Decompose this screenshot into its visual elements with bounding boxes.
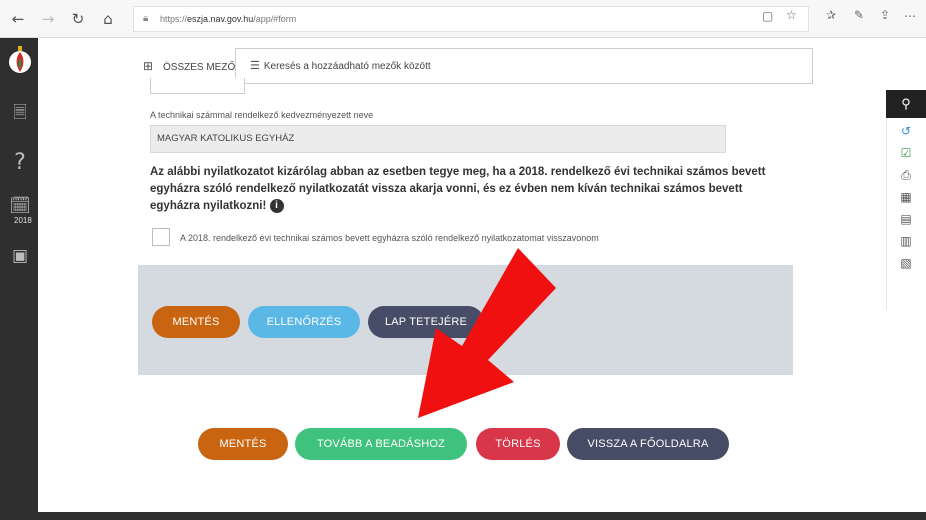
export-icon[interactable]: ▧	[898, 256, 914, 270]
url-path: /app/#form	[253, 14, 297, 24]
info-icon[interactable]: i	[269, 198, 284, 213]
beneficiary-label: A technikai számmal rendelkező kedvezmén…	[150, 110, 374, 120]
year-badge: 2018	[14, 216, 32, 225]
favorite-star-icon[interactable]: ☆	[786, 8, 797, 22]
attachment-icon[interactable]: ▥	[898, 234, 914, 248]
reading-view-icon[interactable]: ▢	[762, 9, 773, 23]
field-search-input[interactable]: ☰ Keresés a hozzáadható mezők között	[235, 48, 813, 84]
grid-icon[interactable]: ▦	[898, 190, 914, 204]
taskbar-strip	[0, 512, 926, 520]
search-placeholder: Keresés a hozzáadható mezők között	[263, 61, 431, 72]
submit-button[interactable]: TOVÁBB A BEADÁSHOZ	[295, 428, 467, 460]
back-to-home-button[interactable]: VISSZA A FŐOLDALRA	[567, 428, 729, 460]
help-icon[interactable]: ?	[9, 150, 31, 175]
panel-check-button[interactable]: ELLENŐRZÉS	[248, 306, 360, 338]
refresh-icon[interactable]: ↻	[68, 9, 88, 29]
favorites-list-icon[interactable]: ✰	[826, 8, 836, 22]
calendar-icon[interactable]: 🗓︎	[9, 196, 31, 216]
forward-icon[interactable]: →	[38, 9, 58, 29]
url-prefix: https://	[160, 14, 188, 24]
print-icon[interactable]: ⎙	[898, 168, 914, 183]
address-bar[interactable]: 🔒︎ https://eszja.nav.gov.hu/app/#form	[133, 6, 809, 32]
pen-icon[interactable]: ✎	[854, 8, 864, 22]
document-icon[interactable]: ▣	[9, 246, 31, 266]
delete-button[interactable]: TÖRLÉS	[476, 428, 560, 460]
add-field-icon: ⊞	[143, 59, 154, 73]
revoke-checkbox[interactable]	[152, 228, 170, 246]
beneficiary-field[interactable]: MAGYAR KATOLIKUS EGYHÁZ	[150, 125, 726, 153]
save-button[interactable]: MENTÉS	[198, 428, 288, 460]
back-to-top-button[interactable]: LAP TETEJÉRE	[368, 306, 484, 338]
url-domain: eszja.nav.gov.hu	[187, 14, 254, 24]
browser-toolbar: ← → ↻ ⌂ 🔒︎ https://eszja.nav.gov.hu/app/…	[0, 0, 926, 38]
home-icon[interactable]: ⌂	[98, 9, 118, 29]
previous-field-box[interactable]	[150, 78, 245, 94]
all-fields-button[interactable]: ⊞ ÖSSZES MEZŐ	[143, 56, 235, 76]
calculator-icon[interactable]: ▤	[898, 212, 914, 226]
undo-icon[interactable]: ↺	[898, 124, 914, 138]
notice-text: Az alábbi nyilatkozatot kizárólag abban …	[150, 166, 766, 212]
check-icon[interactable]: ☑	[898, 146, 914, 160]
search-list-icon: ☰	[250, 60, 260, 72]
revocation-notice: Az alábbi nyilatkozatot kizárólag abban …	[150, 164, 770, 215]
panel-save-button[interactable]: MENTÉS	[152, 306, 240, 338]
nav-logo[interactable]	[8, 44, 32, 78]
back-icon[interactable]: ←	[8, 9, 28, 29]
more-icon[interactable]: …	[904, 6, 916, 20]
lock-icon: 🔒︎	[143, 13, 149, 24]
all-fields-label: ÖSSZES MEZŐ	[163, 62, 236, 73]
search-icon[interactable]: ⚲	[886, 90, 926, 118]
revoke-checkbox-label: A 2018. rendelkező évi technikai számos …	[180, 233, 599, 243]
share-icon[interactable]: ⇪	[880, 8, 890, 22]
form-list-icon[interactable]: 🗏	[9, 100, 31, 129]
